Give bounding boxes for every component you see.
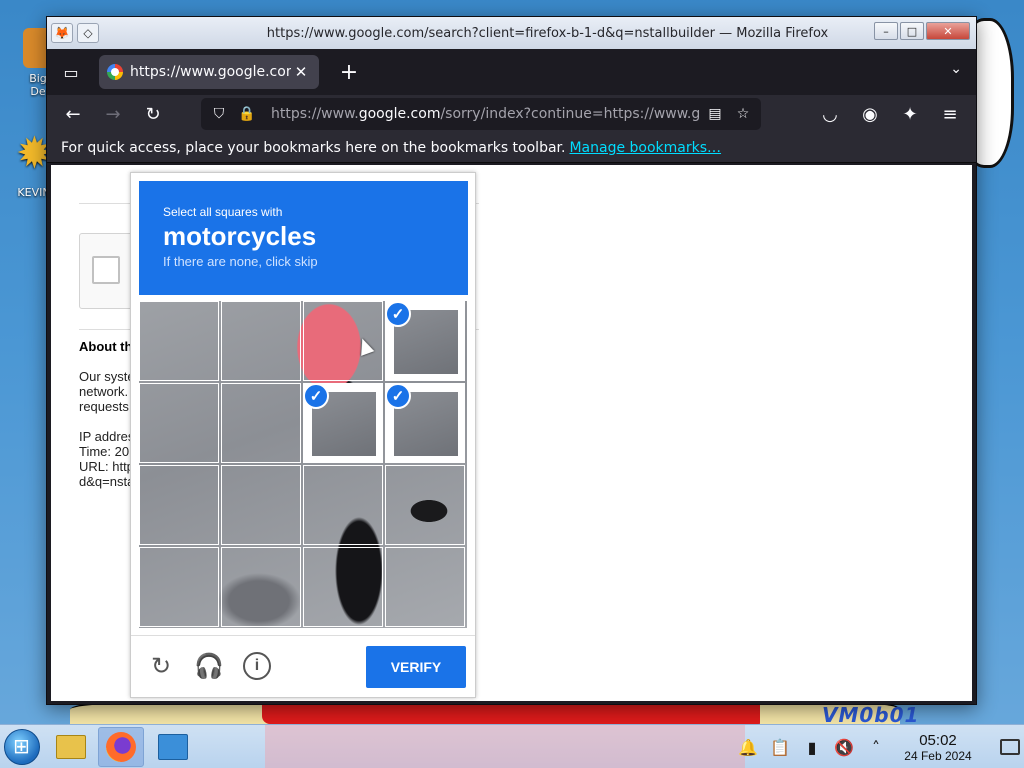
tray-expand-icon[interactable]: ˄ — [866, 738, 886, 757]
new-tab-button[interactable]: + — [335, 60, 363, 85]
close-button[interactable]: ✕ — [926, 22, 970, 40]
captcha-tile[interactable] — [221, 383, 301, 463]
captcha-tile[interactable] — [221, 301, 301, 381]
about-heading: About th — [79, 339, 133, 354]
captcha-instruction: Select all squares with — [163, 205, 283, 219]
navigation-toolbar: ← → ↻ ⛉ 🔒 https://www.google.com/sorry/i… — [47, 95, 976, 133]
taskbar-files[interactable] — [48, 727, 94, 767]
url-bar[interactable]: ⛉ 🔒 https://www.google.com/sorry/index?c… — [201, 98, 761, 130]
captcha-tile[interactable] — [139, 383, 219, 463]
captcha-tile[interactable]: ✓ — [385, 301, 465, 381]
captcha-tile[interactable] — [139, 301, 219, 381]
show-desktop-button[interactable] — [1000, 739, 1020, 755]
tab-google[interactable]: https://www.google.com/ ✕ — [99, 55, 319, 89]
captcha-footer: ↻ 🎧 i VERIFY — [131, 635, 475, 697]
captcha-tile[interactable] — [385, 547, 465, 627]
about-text: Our syste network. requests IP addres Ti… — [79, 369, 135, 489]
url-text[interactable]: https://www.google.com/sorry/index?conti… — [263, 106, 699, 122]
reload-icon[interactable]: ↻ — [147, 652, 175, 680]
captcha-tile[interactable]: ✓ — [303, 383, 383, 463]
back-button[interactable]: ← — [55, 98, 91, 130]
info-icon[interactable]: i — [243, 652, 271, 680]
bookmarks-toolbar: For quick access, place your bookmarks h… — [47, 133, 976, 163]
tab-list-icon[interactable]: ▭ — [55, 56, 87, 88]
captcha-challenge: Select all squares with motorcycles If t… — [130, 172, 476, 698]
clock-date: 24 Feb 2024 — [904, 748, 972, 763]
notifications-icon[interactable]: 🔔 — [738, 738, 758, 757]
taskbar-firefox[interactable] — [98, 727, 144, 767]
clock[interactable]: 05:02 24 Feb 2024 — [898, 732, 978, 763]
captcha-image-grid: ✓ ✓ ✓ — [139, 301, 467, 628]
captcha-tile[interactable] — [139, 465, 219, 545]
taskbar: 🔔 📋 ▮ 🔇 ˄ 05:02 24 Feb 2024 — [0, 724, 1024, 768]
pin-icon[interactable]: ◇ — [77, 23, 99, 43]
window-titlebar[interactable]: 🦊 ◇ https://www.google.com/search?client… — [47, 17, 976, 49]
google-favicon-icon — [107, 64, 123, 80]
captcha-tile[interactable] — [303, 301, 383, 381]
captcha-tile[interactable] — [385, 465, 465, 545]
manage-bookmarks-link[interactable]: Manage bookmarks… — [569, 140, 721, 156]
firefox-app-icon[interactable]: 🦊 — [51, 23, 73, 43]
shield-icon[interactable]: ⛉ — [207, 106, 231, 122]
tab-title: https://www.google.com/ — [130, 64, 291, 80]
battery-icon[interactable]: ▮ — [802, 738, 822, 757]
captcha-tile[interactable] — [221, 547, 301, 627]
captcha-target: motorcycles — [163, 221, 317, 251]
folder-icon — [56, 735, 86, 759]
recaptcha-checkbox[interactable] — [92, 256, 120, 284]
system-tray: 🔔 📋 ▮ 🔇 ˄ 05:02 24 Feb 2024 — [738, 725, 1020, 768]
captcha-tile[interactable]: ✓ — [385, 383, 465, 463]
window-title: https://www.google.com/search?client=fir… — [266, 25, 829, 41]
captcha-tile[interactable] — [303, 465, 383, 545]
forward-button[interactable]: → — [95, 98, 131, 130]
start-button[interactable] — [4, 729, 40, 765]
captcha-header: Select all squares with motorcycles If t… — [139, 181, 468, 295]
checkmark-icon: ✓ — [385, 383, 411, 409]
reload-button[interactable]: ↻ — [135, 98, 171, 130]
captcha-tile[interactable] — [139, 547, 219, 627]
firefox-icon — [106, 732, 136, 762]
captcha-tile[interactable] — [303, 547, 383, 627]
lock-icon[interactable]: 🔒 — [235, 106, 259, 122]
checkmark-icon: ✓ — [385, 301, 411, 327]
account-icon[interactable]: ◉ — [852, 98, 888, 130]
maximize-button[interactable]: □ — [900, 22, 924, 40]
verify-button[interactable]: VERIFY — [366, 646, 466, 688]
captcha-hint: If there are none, click skip — [163, 254, 318, 269]
minimize-button[interactable]: – — [874, 22, 898, 40]
menu-icon[interactable]: ≡ — [932, 98, 968, 130]
tab-overflow-icon[interactable]: ⌄ — [950, 61, 962, 77]
clock-time: 05:02 — [919, 731, 957, 749]
extensions-icon[interactable]: ✦ — [892, 98, 928, 130]
system-settings-icon — [158, 734, 188, 760]
taskbar-settings[interactable] — [150, 727, 196, 767]
volume-muted-icon[interactable]: 🔇 — [834, 738, 854, 757]
clipboard-icon[interactable]: 📋 — [770, 738, 790, 757]
headphones-icon[interactable]: 🎧 — [194, 652, 224, 680]
wallpaper-strip — [265, 725, 745, 768]
reader-view-icon[interactable]: ▤ — [703, 106, 727, 122]
captcha-tile[interactable] — [221, 465, 301, 545]
tab-close-icon[interactable]: ✕ — [291, 63, 311, 81]
checkmark-icon: ✓ — [303, 383, 329, 409]
pocket-icon[interactable]: ◡ — [812, 98, 848, 130]
bookmark-star-icon[interactable]: ☆ — [731, 106, 755, 122]
tab-bar: ▭ https://www.google.com/ ✕ + ⌄ — [47, 49, 976, 95]
bookmarks-hint: For quick access, place your bookmarks h… — [61, 139, 566, 156]
